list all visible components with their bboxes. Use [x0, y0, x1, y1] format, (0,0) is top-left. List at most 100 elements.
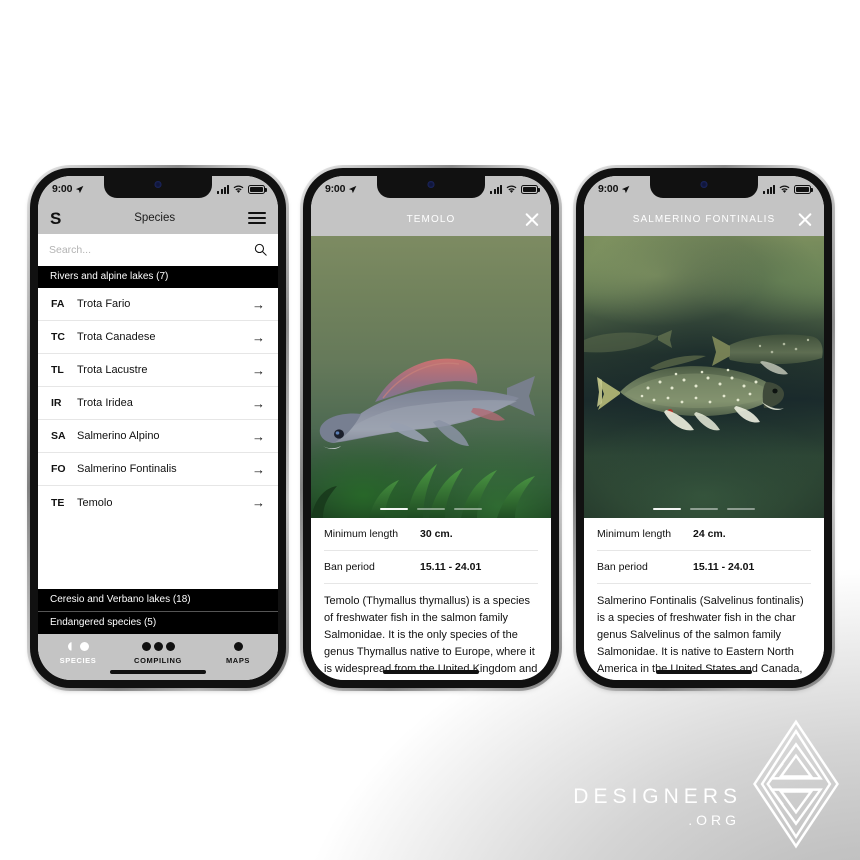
- arrow-right-icon[interactable]: →: [252, 496, 265, 509]
- battery-icon: [248, 184, 267, 194]
- fact-label: Ban period: [597, 561, 648, 573]
- tab-maps[interactable]: MAPS: [198, 641, 278, 665]
- detail-navigation-bar: TEMOLO: [311, 202, 551, 236]
- status-time-group: 9:00: [325, 183, 357, 195]
- fact-row: Ban period 15.11 - 24.01: [597, 551, 811, 584]
- screen-species-list: 9:00 S Species Search... Rivers and alpi…: [38, 176, 278, 680]
- status-icons-group: [763, 184, 813, 194]
- species-code: SA: [51, 430, 66, 442]
- detail-title: SALMERINO FONTINALIS: [632, 213, 776, 225]
- hamburger-icon[interactable]: [247, 212, 266, 224]
- fact-label: Minimum length: [597, 528, 672, 540]
- list-item[interactable]: SA Salmerino Alpino →: [38, 420, 278, 453]
- gallery-page-indicator[interactable]: [653, 507, 755, 510]
- tab-species[interactable]: SPECIES: [38, 641, 118, 665]
- screen-temolo-detail: 9:00 TEMOLO Minimum length 30 cm. Ban pe…: [311, 176, 551, 680]
- arrow-right-icon[interactable]: →: [252, 463, 265, 476]
- cellular-signal-icon: [763, 184, 775, 194]
- species-code: IR: [51, 397, 62, 409]
- list-item[interactable]: TE Temolo →: [38, 486, 278, 519]
- cellular-signal-icon: [490, 184, 502, 194]
- status-icons-group: [490, 184, 540, 194]
- tab-compiling[interactable]: COMPILING: [118, 641, 198, 665]
- single-dot-icon: [233, 641, 243, 651]
- wifi-icon: [506, 185, 517, 193]
- species-name: Trota Canadese: [77, 331, 156, 343]
- front-camera-icon: [427, 181, 435, 188]
- status-time: 9:00: [52, 183, 73, 195]
- arrow-right-icon[interactable]: →: [252, 298, 265, 311]
- home-indicator[interactable]: [383, 670, 479, 674]
- front-camera-icon: [700, 181, 708, 188]
- detail-title: TEMOLO: [406, 213, 456, 225]
- grayling-fish-illustration: [311, 358, 535, 518]
- species-code: TC: [51, 331, 65, 343]
- species-name: Salmerino Fontinalis: [77, 463, 177, 475]
- three-dots-icon: [141, 641, 175, 651]
- search-icon[interactable]: [254, 243, 267, 256]
- list-item[interactable]: TL Trota Lacustre →: [38, 354, 278, 387]
- list-item[interactable]: FO Salmerino Fontinalis →: [38, 453, 278, 486]
- designers-org-logo-icon: [753, 719, 839, 849]
- tab-compiling-label: COMPILING: [134, 656, 182, 665]
- arrow-right-icon[interactable]: →: [252, 331, 265, 344]
- arrow-right-icon[interactable]: →: [252, 364, 265, 377]
- status-icons-group: [217, 184, 267, 194]
- search-bar[interactable]: [38, 234, 278, 266]
- list-item[interactable]: IR Trota Iridea →: [38, 387, 278, 420]
- species-description: Temolo (Thymallus thymallus) is a specie…: [324, 595, 538, 680]
- half-dot-and-dot-icon: [67, 641, 89, 651]
- species-detail-body: Minimum length 24 cm. Ban period 15.11 -…: [584, 518, 824, 680]
- fact-value: 30 cm.: [420, 528, 453, 540]
- species-code: FA: [51, 298, 65, 310]
- tab-maps-label: MAPS: [225, 656, 251, 665]
- cellular-signal-icon: [217, 184, 229, 194]
- species-name: Trota Fario: [77, 298, 131, 310]
- home-indicator[interactable]: [110, 670, 206, 674]
- phone-notch: [377, 176, 485, 198]
- wifi-icon: [233, 185, 244, 193]
- status-time-group: 9:00: [598, 183, 630, 195]
- section-header-rivers[interactable]: Rivers and alpine lakes (7): [38, 266, 278, 288]
- fact-row: Minimum length 30 cm.: [324, 518, 538, 551]
- close-icon[interactable]: [524, 212, 539, 227]
- home-indicator[interactable]: [656, 670, 752, 674]
- phone-notch: [650, 176, 758, 198]
- species-description: Salmerino Fontinalis (Salvelinus fontina…: [597, 595, 804, 680]
- detail-navigation-bar: SALMERINO FONTINALIS: [584, 202, 824, 236]
- watermark: DESIGNERS .ORG: [573, 718, 844, 850]
- battery-icon: [521, 184, 540, 194]
- screen-salmerino-detail: 9:00 SALMERINO FONTINALIS Minimum length…: [584, 176, 824, 680]
- app-logo[interactable]: S: [50, 210, 61, 227]
- phone-device-temolo-detail: 9:00 TEMOLO Minimum length 30 cm. Ban pe…: [300, 165, 562, 691]
- tab-species-label: SPECIES: [59, 656, 97, 665]
- watermark-tld: .ORG: [688, 812, 740, 828]
- species-list: FA Trota Fario → TC Trota Canadese → TL …: [38, 288, 278, 589]
- section-header-endangered[interactable]: Endangered species (5): [38, 611, 278, 634]
- phone-device-salmerino-detail: 9:00 SALMERINO FONTINALIS Minimum length…: [573, 165, 835, 691]
- list-item[interactable]: TC Trota Canadese →: [38, 321, 278, 354]
- fact-row: Minimum length 24 cm.: [597, 518, 811, 551]
- location-arrow-icon: [76, 185, 84, 193]
- status-time: 9:00: [598, 183, 619, 195]
- fact-label: Ban period: [324, 561, 375, 573]
- species-name: Trota Iridea: [77, 397, 133, 409]
- fact-row: Ban period 15.11 - 24.01: [324, 551, 538, 584]
- search-input[interactable]: [49, 243, 248, 256]
- section-header-ceresio[interactable]: Ceresio and Verbano lakes (18): [38, 589, 278, 611]
- species-hero-image[interactable]: [311, 236, 551, 518]
- status-time: 9:00: [325, 183, 346, 195]
- phone-device-species-list: 9:00 S Species Search... Rivers and alpi…: [27, 165, 289, 691]
- phone-notch: [104, 176, 212, 198]
- list-item[interactable]: FA Trota Fario →: [38, 288, 278, 321]
- arrow-right-icon[interactable]: →: [252, 430, 265, 443]
- navigation-bar: S Species: [38, 202, 278, 234]
- species-hero-image[interactable]: [584, 236, 824, 518]
- arrow-right-icon[interactable]: →: [252, 397, 265, 410]
- species-name: Salmerino Alpino: [77, 430, 160, 442]
- fact-label: Minimum length: [324, 528, 399, 540]
- gallery-page-indicator[interactable]: [380, 507, 482, 510]
- species-detail-body: Minimum length 30 cm. Ban period 15.11 -…: [311, 518, 551, 680]
- close-icon[interactable]: [797, 212, 812, 227]
- fact-value: 24 cm.: [693, 528, 726, 540]
